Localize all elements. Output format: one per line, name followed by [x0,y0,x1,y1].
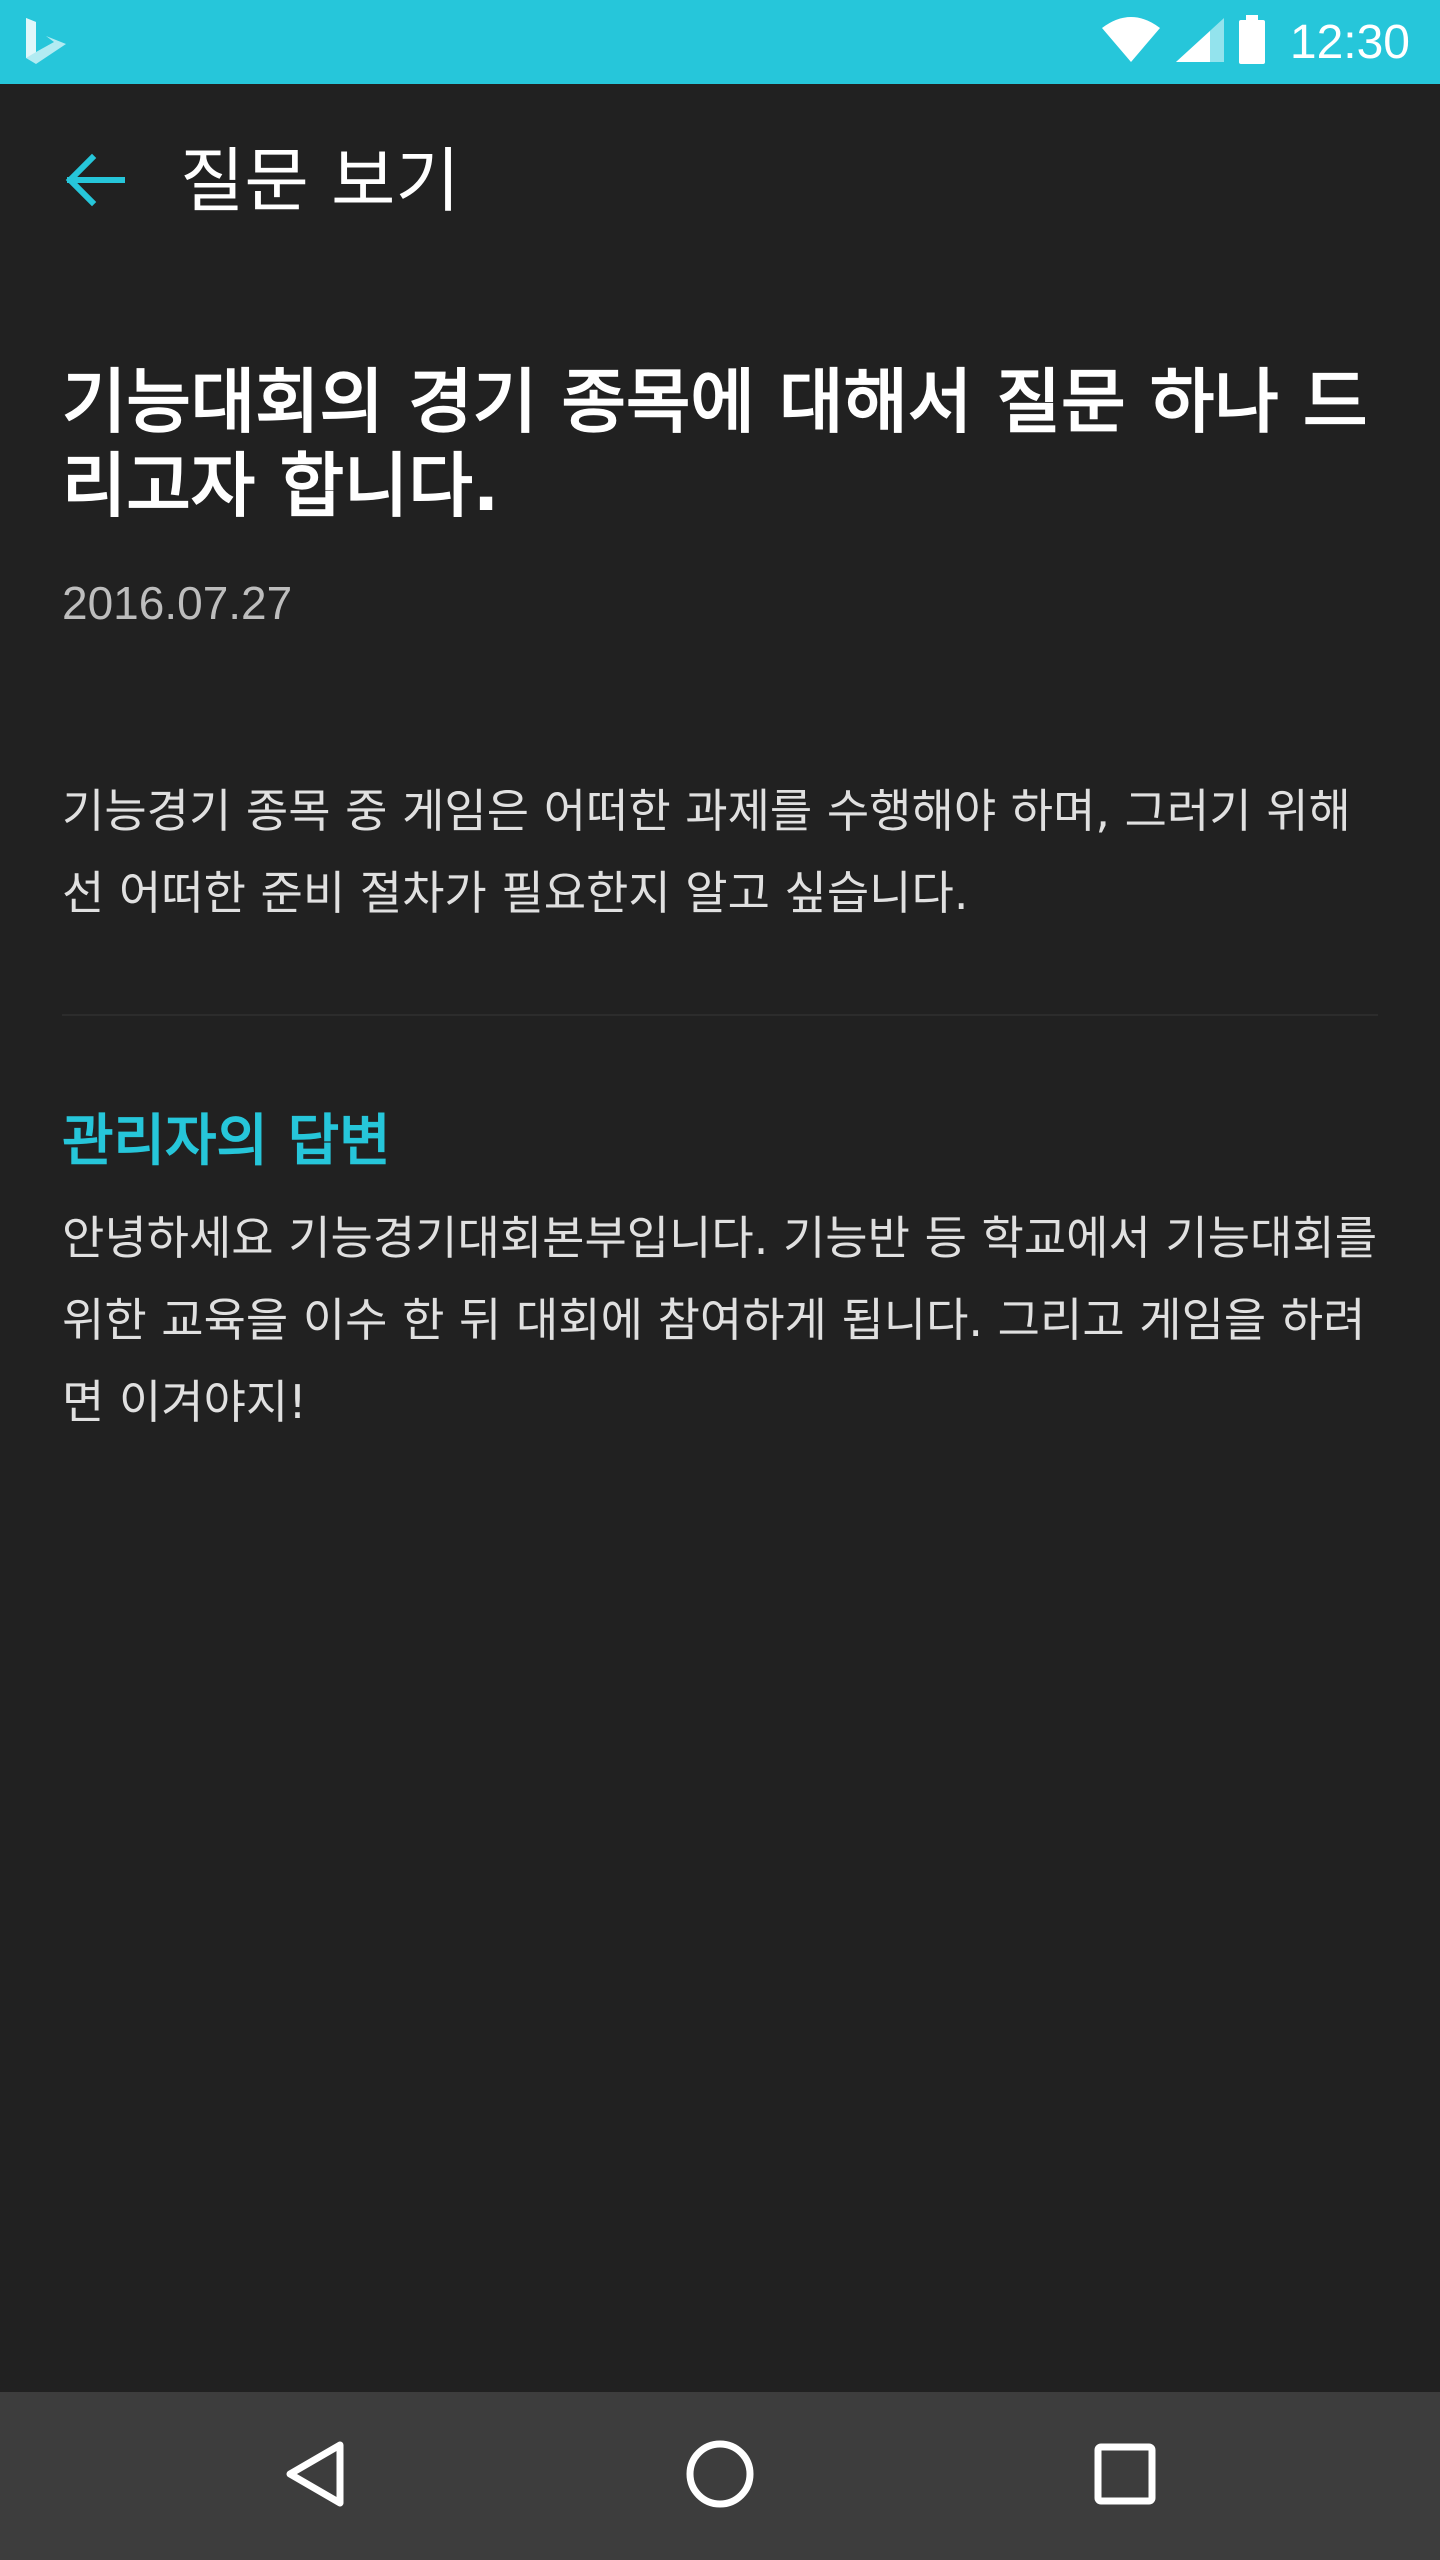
nav-home-button[interactable] [670,2426,770,2526]
battery-icon [1238,15,1266,69]
page-title: 질문 보기 [180,140,460,222]
recents-square-icon [1093,2442,1157,2510]
signal-icon [1174,16,1226,68]
back-triangle-icon [280,2439,350,2513]
status-time: 12:30 [1289,15,1410,69]
answer-body: 안녕하세요 기능경기대회본부입니다. 기능반 등 학교에서 기능대회를 위한 교… [62,1211,1378,1429]
app-bar: 질문 보기 [0,84,1440,280]
nav-recents-button[interactable] [1075,2426,1175,2526]
answer-heading: 관리자의 답변 [62,1109,391,1174]
question-date: 2016.07.27 [62,577,293,629]
bing-logo-icon [20,14,76,70]
status-bar: 12:30 [0,0,1440,84]
nav-back-button[interactable] [265,2426,365,2526]
divider [62,1014,1378,1016]
status-indicators: 12:30 [1100,0,1410,84]
back-button[interactable] [44,132,144,232]
system-nav-bar [0,2392,1440,2560]
question-body: 기능경기 종목 중 게임은 어떠한 과제를 수행해야 하며, 그러기 위해선 어… [62,784,1351,920]
wifi-icon [1100,16,1162,68]
arrow-back-icon [62,148,126,216]
home-circle-icon [684,2438,756,2514]
question-title: 기능대회의 경기 종목에 대해서 질문 하나 드리고자 합니다. [62,361,1368,527]
question-detail: 기능대회의 경기 종목에 대해서 질문 하나 드리고자 합니다. 2016.07… [62,280,1378,1443]
